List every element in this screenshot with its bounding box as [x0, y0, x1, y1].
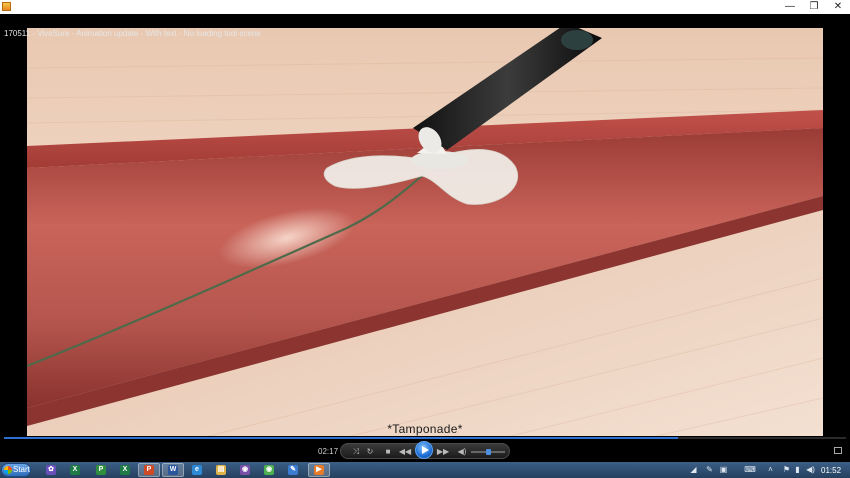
taskbar: Start ✿XPXPWe▤◉◉✎O▶ ◢ ✎ ▣ ⌨ ˄ ⚑ ▮ ◀) 01:… — [0, 462, 850, 478]
powerpoint-icon: P — [144, 465, 154, 475]
taskbar-app-button[interactable]: P — [90, 463, 112, 477]
play-button[interactable] — [415, 441, 433, 459]
elapsed-time: 02:17 — [318, 447, 339, 456]
start-button[interactable]: Start — [1, 463, 31, 477]
taskbar-app-button[interactable]: ◉ — [258, 463, 280, 477]
paint-icon: ✎ — [288, 465, 298, 475]
stop-button[interactable]: ■ — [383, 447, 393, 457]
volume-slider[interactable] — [471, 449, 505, 455]
window-title: 170511 - VivaSure - Animation update - W… — [4, 29, 261, 38]
taskbar-app-button[interactable]: ▤ — [210, 463, 232, 477]
battery-icon[interactable]: ▮ — [793, 465, 802, 474]
media-player-icon: ▶ — [314, 465, 324, 475]
taskbar-app-button[interactable]: ✿ — [40, 463, 62, 477]
show-hidden-icons-icon[interactable]: ˄ — [766, 465, 775, 474]
video-frame — [27, 28, 823, 452]
volume-knob[interactable] — [486, 449, 492, 455]
chrome-icon: ◉ — [264, 465, 274, 475]
taskbar-app-button[interactable]: P — [138, 463, 160, 477]
internet-explorer-icon: e — [192, 465, 202, 475]
mute-button[interactable]: ◀) — [456, 447, 468, 457]
seek-progress — [4, 437, 678, 439]
excel-icon: X — [120, 465, 130, 475]
minimize-button[interactable]: — — [784, 1, 796, 13]
taskbar-app-button[interactable]: W — [162, 463, 184, 477]
word-icon: W — [168, 465, 178, 475]
taskbar-app-button[interactable]: ◉ — [234, 463, 256, 477]
taskbar-clock[interactable]: 01:52 — [821, 466, 841, 475]
notes-icon[interactable]: ✎ — [705, 465, 714, 474]
keyboard-icon[interactable]: ⌨ — [744, 465, 756, 474]
project-icon: P — [96, 465, 106, 475]
fullscreen-toggle-icon[interactable] — [834, 447, 842, 454]
app-icon — [2, 2, 11, 11]
previous-button[interactable]: ◀◀ — [398, 447, 412, 457]
excel-icon: X — [70, 465, 80, 475]
lock-icon[interactable]: ▣ — [719, 465, 728, 474]
windows-logo-icon — [4, 466, 12, 474]
video-caption: *Tamponade* — [387, 422, 463, 436]
volume-icon[interactable]: ◀) — [806, 465, 815, 474]
next-button[interactable]: ▶▶ — [436, 447, 450, 457]
seek-bar[interactable] — [4, 437, 846, 439]
flag-icon[interactable]: ⚑ — [782, 465, 791, 474]
onenote-icon: ◉ — [240, 465, 250, 475]
taskbar-app-button[interactable]: X — [64, 463, 86, 477]
taskbar-app-button[interactable]: X — [114, 463, 136, 477]
settings-app-icon: ✿ — [46, 465, 56, 475]
repeat-icon[interactable]: ↻ — [365, 447, 375, 457]
close-button[interactable]: ✕ — [832, 1, 844, 13]
file-explorer-icon: ▤ — [216, 465, 226, 475]
video-area[interactable]: 170511 - VivaSure - Animation update - W… — [0, 14, 850, 452]
taskbar-app-button[interactable]: e — [186, 463, 208, 477]
taskbar-app-button[interactable]: ▶ — [308, 463, 330, 477]
window-controls: — ❐ ✕ — [784, 0, 844, 14]
restore-button[interactable]: ❐ — [808, 1, 820, 13]
shuffle-icon[interactable]: ⤨ — [351, 447, 361, 457]
play-icon — [422, 446, 429, 454]
start-label: Start — [13, 465, 30, 474]
taskbar-app-button[interactable]: ✎ — [282, 463, 304, 477]
title-bar[interactable]: — ❐ ✕ — [0, 0, 850, 15]
media-player-window: — ❐ ✕ 170511 - VivaSure - Animation upda… — [0, 0, 850, 478]
network-icon[interactable]: ◢ — [689, 465, 698, 474]
